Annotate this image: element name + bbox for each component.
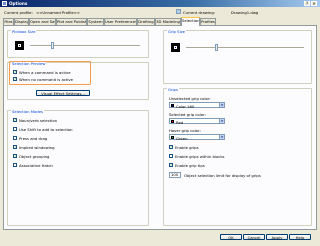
tab-open-and-save[interactable]: Open and Save (29, 18, 56, 25)
dropdown-value: Color 160 (176, 103, 195, 109)
checkbox-box[interactable]: ✓ (13, 118, 17, 122)
grip-marker (174, 46, 177, 49)
color-swatch (171, 120, 174, 123)
grips-group: Grips Unselected grip color: Color 160 ▼… (163, 86, 312, 226)
drawing-icon (176, 9, 181, 14)
tab-profiles[interactable]: Profiles (200, 18, 216, 25)
selection-modes-title: Selection Modes (11, 108, 45, 114)
grip-slider-track (186, 47, 304, 49)
options-dialog: Options ? × Current profile: <<Unnamed P… (0, 0, 320, 246)
selection-panel: Pickbox Size Selection Preview ✓ When a … (3, 25, 317, 230)
close-button[interactable]: × (311, 1, 317, 6)
dropdown-value: Red (176, 119, 184, 125)
chevron-down-icon[interactable]: ▼ (219, 103, 224, 107)
selection-modes-group: Selection Modes ✓ Noun/verb selection Us… (7, 108, 149, 226)
current-profile-label: Current profile: (4, 9, 33, 15)
pickbox-size-title: Pickbox Size (11, 28, 37, 34)
grip-selection-limit-label: Object selection limit for display of gr… (184, 173, 261, 178)
help-button[interactable]: ? (304, 1, 310, 6)
checkbox-box[interactable]: ✓ (169, 145, 173, 149)
selected-grip-color-dropdown[interactable]: Red ▼ (169, 118, 225, 125)
apply-button[interactable]: Apply (266, 234, 288, 240)
tab-user-preferences[interactable]: User Preferences (104, 18, 137, 25)
grip-size-title: Grip Size (167, 28, 186, 34)
checkbox-box[interactable] (13, 136, 17, 140)
enable-grips-within-blocks-label: Enable grips within blocks (175, 154, 225, 159)
pickbox-slider-thumb[interactable] (51, 41, 55, 49)
checkbox-box[interactable]: ✓ (169, 163, 173, 167)
pickbox-size-slider[interactable] (30, 41, 140, 49)
color-swatch (171, 136, 174, 139)
hover-grip-color-label: Hover grip color: (169, 128, 201, 133)
grip-preview (171, 43, 180, 52)
grip-size-slider[interactable] (186, 43, 304, 51)
enable-grip-tips-label: Enable grip tips (175, 163, 205, 168)
associative-hatch-label: Associative Hatch (19, 163, 53, 168)
color-swatch (171, 104, 174, 107)
grip-slider-thumb[interactable] (214, 43, 218, 51)
unselected-grip-color-dropdown[interactable]: Color 160 ▼ (169, 102, 225, 109)
tab-plot-and-publish[interactable]: Plot and Publish (56, 18, 87, 25)
visual-effect-settings-button[interactable]: Visual Effect Settings... (36, 90, 90, 96)
window-title: Options (9, 1, 28, 7)
chevron-down-icon[interactable]: ▼ (219, 135, 224, 139)
tab-3d-modeling[interactable]: 3D Modeling (155, 18, 181, 25)
tab-display[interactable]: Display (14, 18, 29, 25)
pickbox-slider-track (30, 45, 140, 47)
implied-windowing-label: Implied windowing (19, 145, 55, 150)
pickbox-size-group: Pickbox Size (7, 28, 149, 58)
enable-grips-label: Enable grips (175, 145, 199, 150)
use-shift-label: Use Shift to add to selection (19, 127, 73, 132)
grip-size-group: Grip Size (163, 28, 312, 84)
dropdown-value: Green (176, 135, 188, 141)
title-bar[interactable]: Options ? × (0, 0, 320, 7)
checkbox-box[interactable] (13, 127, 17, 131)
profile-bar: Current profile: <<Unnamed Profile>> Cur… (0, 8, 320, 17)
noun-verb-selection-label: Noun/verb selection (19, 118, 58, 123)
tab-strip: Files Display Open and Save Plot and Pub… (3, 17, 317, 26)
app-icon (2, 1, 7, 6)
press-and-drag-label: Press and drag (19, 136, 48, 141)
checkbox-box[interactable]: ✓ (13, 154, 17, 158)
pickbox-preview (15, 41, 24, 50)
selected-grip-color-label: Selected grip color: (169, 112, 206, 117)
tab-system[interactable]: System (87, 18, 104, 25)
ok-button[interactable]: OK (220, 234, 242, 240)
current-drawing-label: Current drawing: (183, 9, 216, 15)
tab-drafting[interactable]: Drafting (137, 18, 155, 25)
help-dialog-button[interactable]: Help (289, 234, 311, 240)
checkbox-box[interactable] (13, 163, 17, 167)
current-profile-value: <<Unnamed Profile>> (36, 9, 81, 15)
checkbox-box[interactable]: ✓ (13, 145, 17, 149)
hover-grip-color-dropdown[interactable]: Green ▼ (169, 134, 225, 141)
unselected-grip-color-label: Unselected grip color: (169, 96, 211, 101)
object-grouping-label: Object grouping (19, 154, 50, 159)
grip-selection-limit-input[interactable]: 100 (169, 172, 181, 178)
pickbox-marker (18, 44, 21, 47)
checkbox-box[interactable] (169, 154, 173, 158)
chevron-down-icon[interactable]: ▼ (219, 119, 224, 123)
tab-files[interactable]: Files (3, 18, 14, 25)
current-drawing-value: Drawing1.dwg (231, 9, 259, 15)
tab-selection[interactable]: Selection (181, 17, 200, 26)
cancel-button[interactable]: Cancel (243, 234, 265, 240)
grips-title: Grips (167, 86, 179, 92)
highlight-annotation (9, 61, 91, 85)
